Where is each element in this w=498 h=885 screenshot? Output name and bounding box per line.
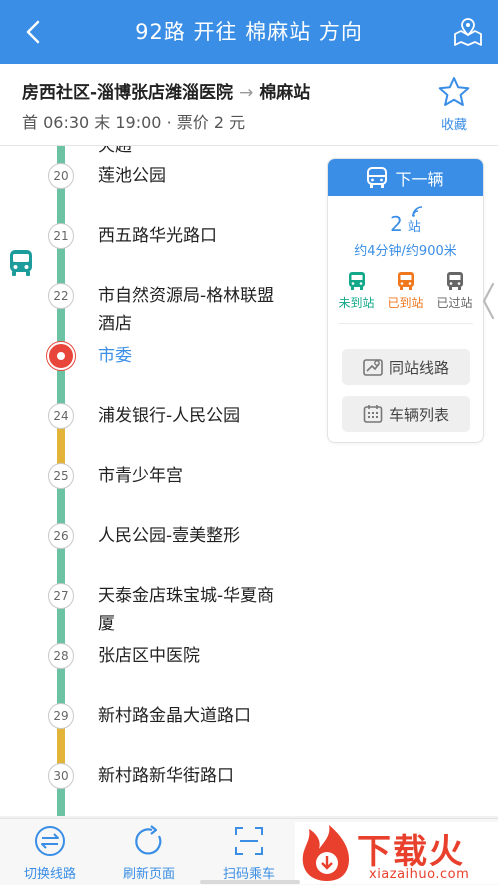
- legend-label: 已过站: [436, 296, 473, 310]
- legend-passed: 已过站: [431, 271, 479, 311]
- bus-status-legend: 未到站 已到站 已过站: [328, 271, 483, 311]
- schedule-fare: 首 06:30 末 19:00 · 票价 2 元: [22, 113, 246, 132]
- scan-ride-button[interactable]: 扫码乘车: [204, 825, 294, 882]
- bus-icon: [397, 272, 414, 290]
- bus-icon: [348, 272, 365, 290]
- same-station-lines-button[interactable]: 同站线路: [342, 349, 470, 385]
- switch-route-icon: [35, 826, 65, 856]
- chevron-left-icon: [26, 20, 40, 44]
- station-name: 市自然资源局-格林联盟酒店: [98, 286, 275, 334]
- legend-label: 已到站: [387, 296, 424, 310]
- back-button[interactable]: [18, 16, 48, 48]
- station-number: 25: [48, 463, 74, 489]
- legend-arrived: 已到站: [382, 271, 430, 311]
- station-name: 新村路金晶大道路口: [98, 706, 251, 726]
- station-name: 人民公园-壹美整形: [98, 526, 241, 546]
- station-name: 火趙: [98, 146, 132, 156]
- station-name: 市委: [98, 346, 132, 366]
- stops-unit: 站: [407, 220, 421, 235]
- station-name: 天泰金店珠宝城-华夏商厦: [98, 586, 275, 634]
- stops-count: 2: [390, 212, 403, 236]
- bus-icon: [367, 166, 388, 188]
- flame-logo-icon: [302, 825, 349, 881]
- legend-label: 未到站: [338, 296, 375, 310]
- station-number: 28: [48, 643, 74, 669]
- eta-text: 约4分钟/约900米: [354, 244, 457, 259]
- station-name: 张店区中医院: [98, 646, 200, 666]
- calendar-icon: [363, 405, 383, 423]
- map-pin-icon: [454, 18, 482, 46]
- station-number: 22: [48, 283, 74, 309]
- vehicle-list-button[interactable]: 车辆列表: [342, 396, 470, 432]
- station-list[interactable]: 火趙 20 莲池公园 21 西五路华光路口 22 市自然资源局-格林联盟酒店 市…: [0, 146, 498, 816]
- station-name: 新村路新华街路口: [98, 766, 234, 786]
- current-station-marker: [47, 342, 75, 370]
- star-icon: [438, 77, 470, 106]
- scan-qr-icon: [235, 827, 263, 855]
- side-drawer-handle-icon[interactable]: [480, 281, 496, 321]
- station-name: 西五路华光路口: [98, 226, 217, 246]
- switch-route-button[interactable]: 切换线路: [5, 825, 95, 882]
- refresh-icon: [135, 825, 162, 855]
- page-title: 92路 开往 棉麻站 方向: [135, 20, 363, 44]
- station-number: 21: [48, 223, 74, 249]
- next-bus-header[interactable]: 下一辆: [328, 159, 483, 196]
- top-bar: 92路 开往 棉麻站 方向: [0, 0, 498, 64]
- refresh-button[interactable]: 刷新页面: [104, 825, 194, 882]
- divider: [338, 323, 473, 324]
- route-to: 棉麻站: [259, 83, 311, 103]
- station-name: 市青少年宫: [98, 466, 183, 486]
- favorite-button[interactable]: 收藏: [432, 76, 476, 133]
- bus-icon: [10, 250, 32, 276]
- bus-position-marker[interactable]: [8, 249, 34, 281]
- same-station-lines-label: 同站线路: [388, 358, 449, 377]
- stops-away: 2 站: [328, 206, 483, 236]
- arrow-right-icon: →: [239, 83, 254, 103]
- route-header: 房西社区-淄博张店潍淄医院 → 棉麻站 首 06:30 末 19:00 · 票价 2…: [0, 64, 498, 146]
- station-name: 莲池公园: [98, 166, 166, 186]
- switch-route-label: 切换线路: [23, 867, 76, 882]
- vehicle-list-label: 车辆列表: [388, 405, 449, 424]
- next-bus-panel: 下一辆 2 站 约4分钟/约900米 未到站 已到站 已过站 同站线路 车辆列表: [327, 158, 484, 443]
- home-indicator: [200, 880, 300, 884]
- station-number: 24: [48, 403, 74, 429]
- station-number: 29: [48, 703, 74, 729]
- station-number: 27: [48, 583, 74, 609]
- station-number: 20: [48, 163, 74, 189]
- bus-icon: [446, 272, 463, 290]
- refresh-label: 刷新页面: [122, 867, 175, 882]
- station-number: 26: [48, 523, 74, 549]
- legend-not-arrived: 未到站: [333, 271, 381, 311]
- favorite-label: 收藏: [440, 118, 467, 133]
- bottom-toolbar: 切换线路 刷新页面 扫码乘车 下载火 xiazaihuo.com: [0, 818, 498, 885]
- route-endpoints: 房西社区-淄博张店潍淄医院 → 棉麻站: [22, 78, 310, 103]
- watermark: 下载火 xiazaihuo.com: [295, 822, 498, 884]
- route-track-segment: [57, 786, 65, 816]
- station-name: 浦发银行-人民公园: [98, 406, 241, 426]
- next-bus-title: 下一辆: [395, 169, 444, 189]
- route-from: 房西社区-淄博张店潍淄医院: [22, 83, 234, 103]
- map-route-icon: [363, 359, 383, 376]
- map-button[interactable]: [452, 16, 484, 48]
- watermark-text: 下载火: [357, 832, 465, 872]
- realtime-signal-icon: [412, 206, 423, 217]
- station-number: 30: [48, 763, 74, 789]
- watermark-url: xiazaihuo.com: [369, 867, 470, 882]
